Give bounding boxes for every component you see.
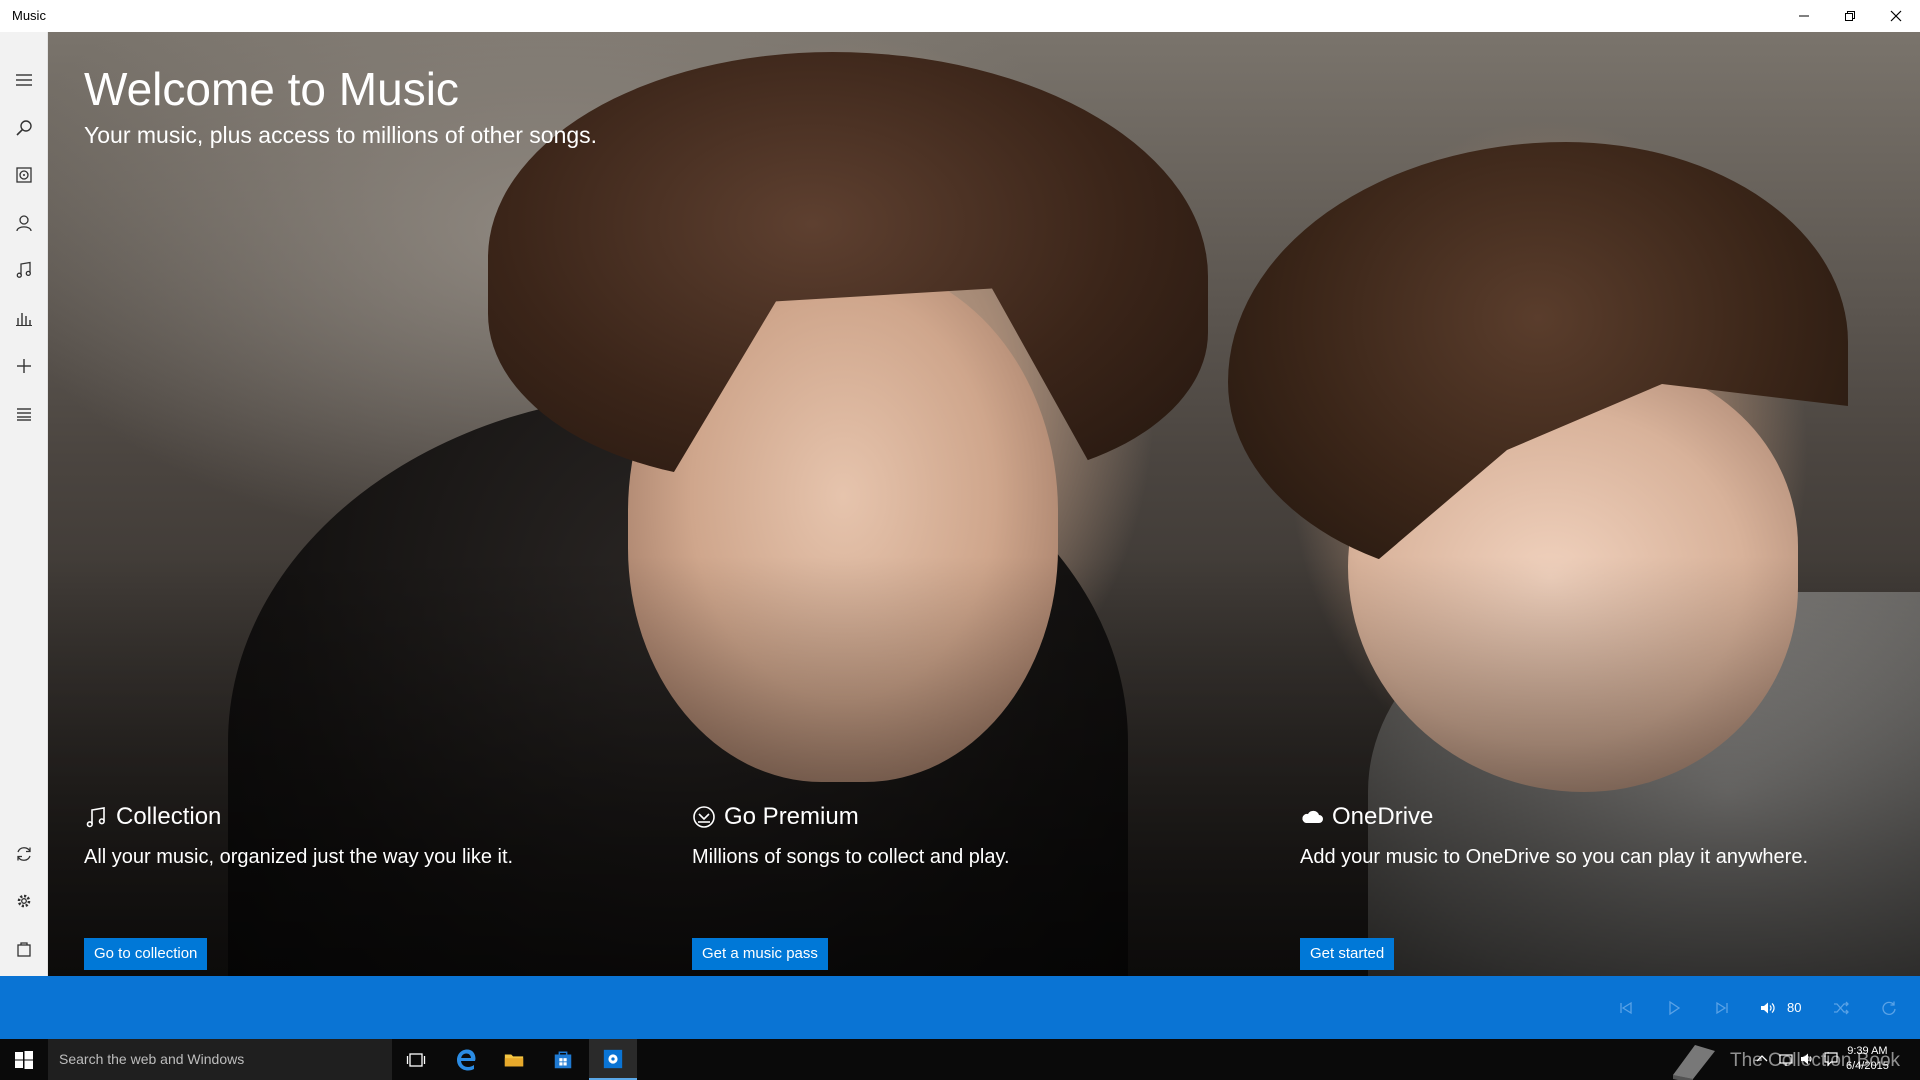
- edge-browser-icon: [457, 1049, 476, 1070]
- store-icon: [554, 1050, 572, 1068]
- taskbar-file-explorer[interactable]: [490, 1039, 538, 1080]
- page-subtitle: Your music, plus access to millions of o…: [84, 122, 598, 148]
- feature-go-premium: Go Premium Millions of songs to collect …: [692, 802, 1252, 970]
- feature-onedrive: OneDrive Add your music to OneDrive so y…: [1300, 802, 1860, 970]
- feature-title: Collection: [116, 803, 222, 830]
- close-button[interactable]: [1873, 0, 1919, 32]
- music-app-icon: [603, 1049, 623, 1068]
- player-bar: 80: [0, 976, 1920, 1039]
- go-to-collection-button[interactable]: Go to collection: [84, 938, 208, 970]
- now-playing-button[interactable]: [0, 295, 48, 341]
- speaker-icon: [1761, 1002, 1775, 1014]
- music-note-icon: [86, 807, 105, 828]
- volume-level: 80: [1787, 1000, 1802, 1015]
- feature-description: All your music, organized just the way y…: [84, 846, 514, 868]
- taskbar-edge[interactable]: [442, 1039, 490, 1080]
- hamburger-icon: [16, 74, 32, 86]
- premium-icon: [693, 806, 715, 828]
- store-button[interactable]: [0, 926, 48, 972]
- welcome-hero: Welcome to Music Your music, plus access…: [48, 32, 1920, 976]
- next-button[interactable]: [1710, 996, 1734, 1020]
- taskbar: Search the web and Windows The Collectio…: [0, 1039, 1920, 1080]
- minimize-button[interactable]: [1781, 0, 1827, 32]
- restore-button[interactable]: [1827, 0, 1873, 32]
- play-icon: [1669, 1000, 1681, 1016]
- music-note-icon: [16, 261, 31, 278]
- feature-collection: Collection All your music, organized jus…: [84, 802, 644, 970]
- close-icon: [1890, 10, 1902, 22]
- repeat-button[interactable]: [1877, 996, 1901, 1020]
- minimize-icon: [1799, 15, 1809, 17]
- previous-button[interactable]: [1614, 996, 1638, 1020]
- task-view-icon: [406, 1052, 426, 1067]
- show-hidden-icons-icon[interactable]: [1754, 1051, 1770, 1067]
- gear-icon: [17, 894, 31, 908]
- taskbar-store[interactable]: [539, 1039, 587, 1080]
- artists-button[interactable]: [0, 200, 48, 246]
- settings-button[interactable]: [0, 878, 48, 924]
- hamburger-menu-button[interactable]: [0, 57, 48, 103]
- shuffle-icon: [1834, 1001, 1849, 1015]
- new-playlist-button[interactable]: [0, 343, 48, 389]
- get-music-pass-button[interactable]: Get a music pass: [692, 938, 828, 970]
- cloud-icon: [1302, 810, 1323, 823]
- next-icon: [1716, 1001, 1728, 1015]
- windows-logo-icon: [15, 1050, 33, 1069]
- hero-shade: [48, 556, 1920, 976]
- volume-tray-icon[interactable]: [1800, 1051, 1816, 1067]
- feature-description: Millions of songs to collect and play.: [692, 846, 1010, 868]
- action-center-icon[interactable]: [1823, 1051, 1839, 1067]
- network-icon[interactable]: [1778, 1051, 1794, 1067]
- clock-time: 9:39 AM: [1847, 1045, 1888, 1057]
- navigation-rail: [0, 32, 48, 976]
- shuffle-button[interactable]: [1829, 996, 1853, 1020]
- book-logo-icon: [1673, 1045, 1715, 1080]
- title-bar: Music: [0, 0, 1920, 32]
- page-title: Welcome to Music: [84, 63, 459, 115]
- feature-title: OneDrive: [1332, 803, 1434, 830]
- repeat-icon: [1882, 1001, 1896, 1015]
- playlist-icon: [17, 408, 31, 421]
- plus-icon: [17, 359, 31, 373]
- feature-description: Add your music to OneDrive so you can pl…: [1300, 846, 1809, 868]
- taskbar-clock[interactable]: 9:39 AM 6/4/2015: [1846, 1044, 1889, 1074]
- person-icon: [16, 215, 32, 232]
- volume-button[interactable]: [1756, 996, 1780, 1020]
- shopping-bag-icon: [17, 942, 31, 957]
- window-title: Music: [12, 8, 46, 23]
- feature-title: Go Premium: [724, 803, 859, 830]
- album-icon: [16, 167, 32, 183]
- songs-button[interactable]: [0, 247, 48, 293]
- get-started-button[interactable]: Get started: [1300, 938, 1395, 970]
- search-button[interactable]: [0, 105, 48, 151]
- sync-button[interactable]: [0, 831, 48, 877]
- restore-icon: [1845, 11, 1855, 21]
- start-button[interactable]: [0, 1039, 48, 1080]
- previous-icon: [1620, 1001, 1632, 1015]
- play-button[interactable]: [1662, 996, 1686, 1020]
- sync-icon: [17, 847, 31, 861]
- task-view-button[interactable]: [392, 1039, 440, 1080]
- albums-button[interactable]: [0, 152, 48, 198]
- taskbar-search-box[interactable]: Search the web and Windows: [48, 1039, 392, 1080]
- clock-date: 6/4/2015: [1846, 1060, 1889, 1072]
- playlists-button[interactable]: [0, 391, 48, 437]
- search-icon: [16, 120, 32, 136]
- taskbar-music-app[interactable]: [589, 1039, 637, 1080]
- equalizer-icon: [16, 313, 32, 326]
- folder-icon: [504, 1054, 524, 1066]
